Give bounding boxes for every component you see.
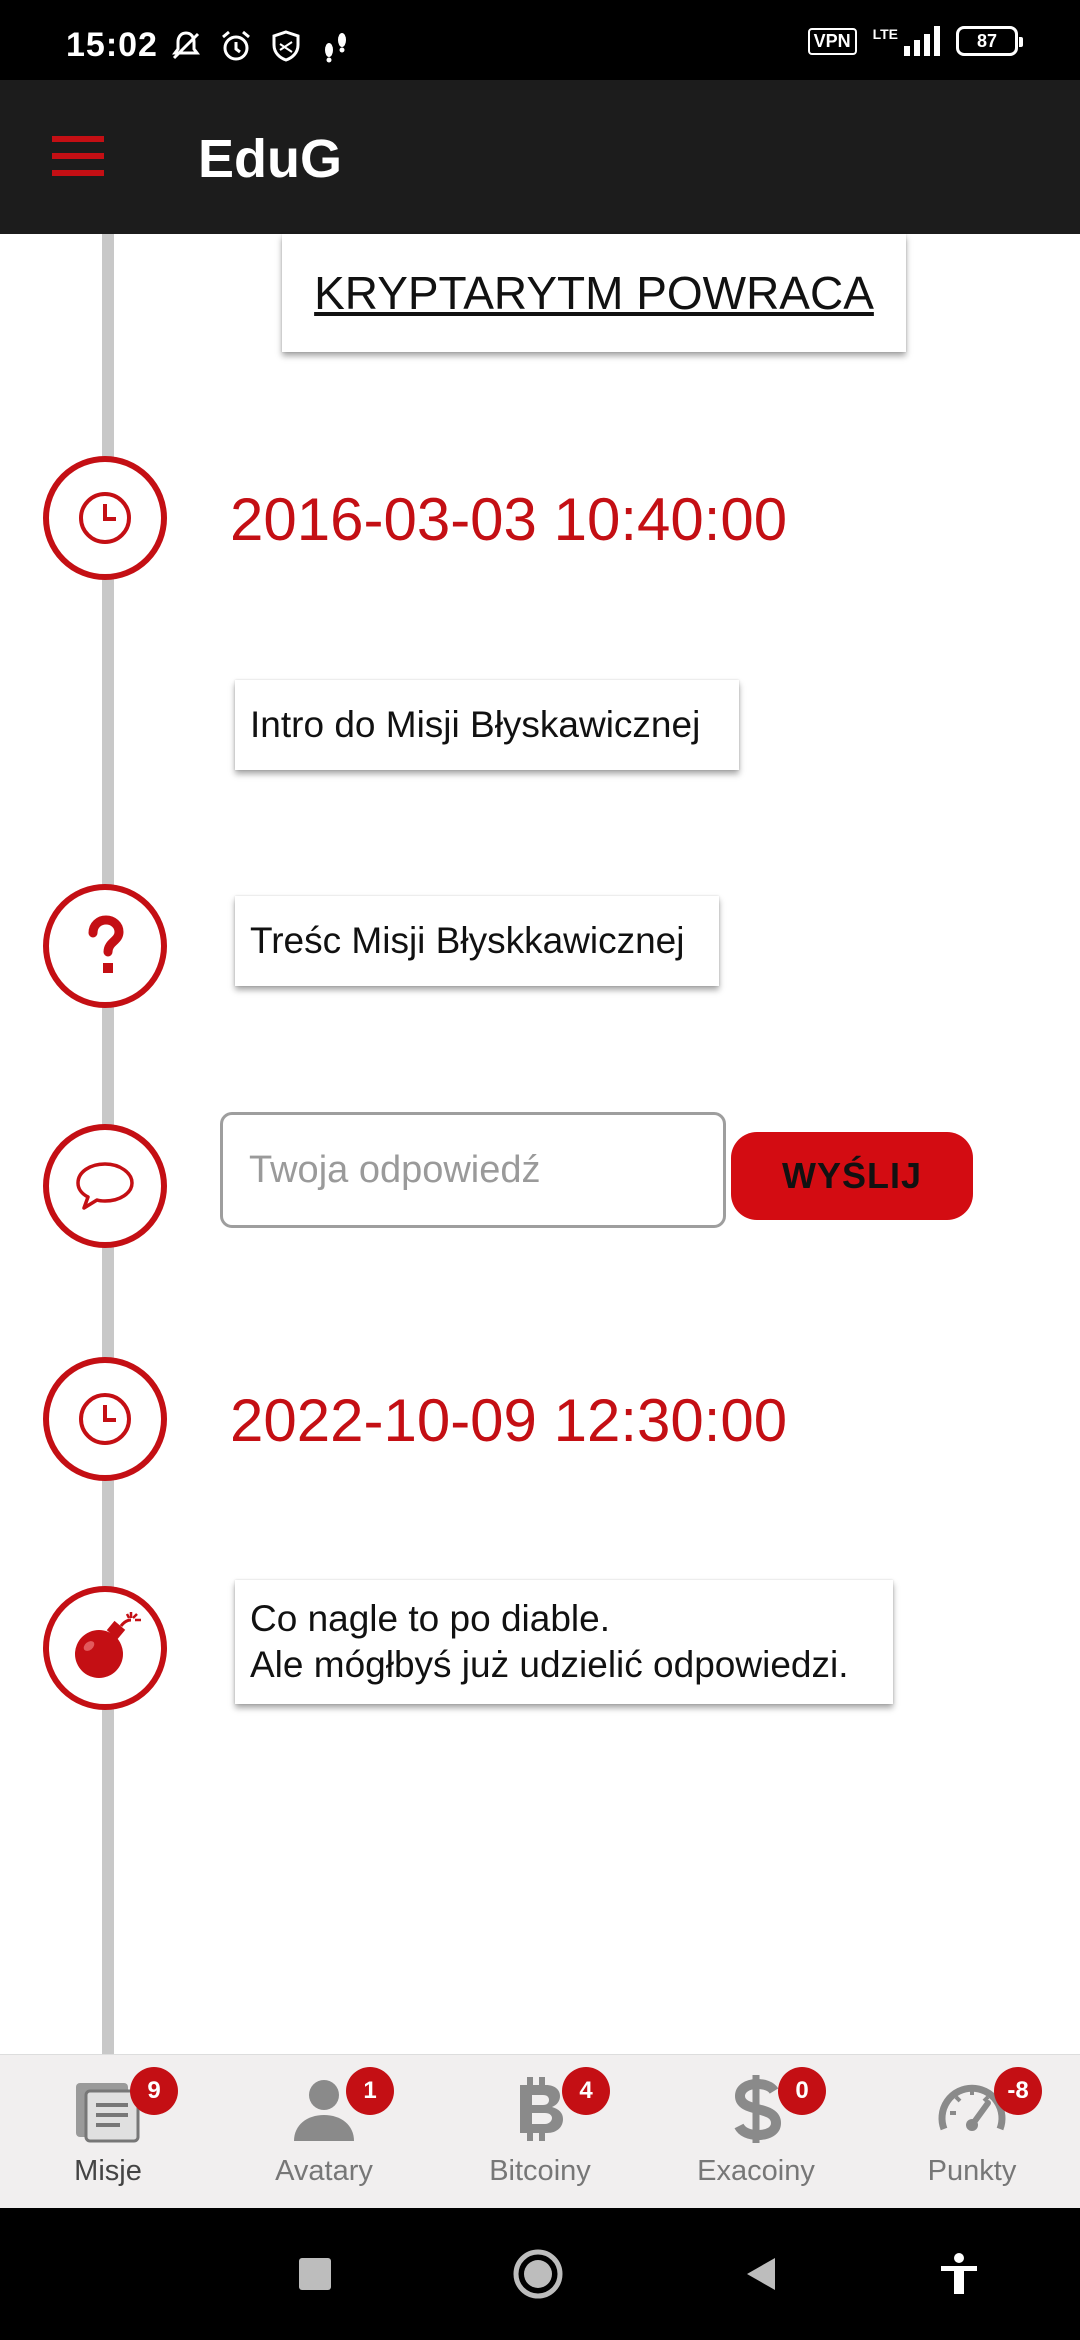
hint-line-2: Ale mógłbyś już udzielić odpowiedzi.	[250, 1644, 849, 1685]
nav-item-exacoiny[interactable]: 0 Exacoiny	[648, 2055, 864, 2209]
status-notification-icons	[168, 28, 354, 64]
question-mark-icon	[88, 915, 124, 973]
accessibility-icon	[941, 2253, 977, 2294]
answer-input[interactable]	[220, 1112, 726, 1228]
mission-intro-text: Intro do Misji Błyskawicznej	[250, 704, 701, 745]
alarm-icon	[218, 28, 254, 64]
hint-line-1: Co nagle to po diable.	[250, 1598, 610, 1639]
clock-icon	[79, 1393, 131, 1445]
shield-icon	[268, 28, 304, 64]
nav-label-exacoiny: Exacoiny	[697, 2155, 815, 2187]
battery-icon: 87	[956, 26, 1023, 56]
nav-label-misje: Misje	[74, 2155, 142, 2187]
recents-button[interactable]	[289, 2248, 341, 2300]
app-bar: EduG	[0, 80, 1080, 234]
mission-content-text: Treśc Misji Błyskkawicznej	[250, 920, 685, 961]
back-triangle-icon	[747, 2258, 775, 2290]
signal-icon	[904, 26, 940, 56]
vpn-indicator: VPN	[807, 27, 857, 55]
network-type: LTE	[872, 26, 898, 42]
mission-content-card[interactable]: Treśc Misji Błyskkawicznej	[235, 896, 719, 986]
clock-node	[43, 456, 167, 580]
deadline-timestamp: 2022-10-09 12:30:00	[230, 1387, 788, 1454]
send-button[interactable]: WYŚLIJ	[731, 1132, 973, 1220]
nav-label-bitcoiny: Bitcoiny	[489, 2155, 591, 2187]
nav-badge-exacoiny: 0	[778, 2067, 826, 2115]
clock-icon	[79, 492, 131, 544]
nav-label-punkty: Punkty	[927, 2155, 1017, 2187]
chat-bubble-icon	[76, 1162, 134, 1210]
square-icon	[299, 2258, 331, 2290]
nav-badge-avatary: 1	[346, 2067, 394, 2115]
nav-item-bitcoiny[interactable]: 4 Bitcoiny	[432, 2055, 648, 2209]
status-bar: 15:02 VPN LTE 87	[0, 0, 1080, 80]
nav-item-avatary[interactable]: 1 Avatary	[216, 2055, 432, 2209]
status-system-indicators: VPN LTE 87	[807, 26, 1023, 56]
back-button[interactable]	[735, 2248, 787, 2300]
app-title: EduG	[198, 129, 342, 189]
steps-icon	[318, 28, 354, 64]
hamburger-menu-icon[interactable]	[52, 136, 104, 176]
nav-badge-bitcoiny: 4	[562, 2067, 610, 2115]
bottom-navigation: 9 Misje 1 Avatary 4 Bitcoiny 0 Exacoiny	[0, 2054, 1080, 2209]
battery-level: 87	[976, 30, 998, 51]
home-circle-icon	[513, 2249, 563, 2299]
start-timestamp: 2016-03-03 10:40:00	[230, 486, 788, 553]
nav-item-punkty[interactable]: -8 Punkty	[864, 2055, 1080, 2209]
status-time: 15:02	[66, 26, 158, 64]
hint-card: Co nagle to po diable. Ale mógłbyś już u…	[235, 1580, 893, 1704]
nav-badge-misje: 9	[130, 2067, 178, 2115]
system-navigation-bar	[0, 2208, 1080, 2340]
mission-title-link[interactable]: KRYPTARYTM POWRACA	[282, 234, 906, 352]
accessibility-button[interactable]	[933, 2248, 985, 2300]
bomb-icon	[75, 1612, 141, 1678]
home-button[interactable]	[512, 2248, 564, 2300]
deadline-clock-node	[43, 1357, 167, 1481]
nav-item-misje[interactable]: 9 Misje	[0, 2055, 216, 2209]
answer-node	[43, 1124, 167, 1248]
mission-intro-card[interactable]: Intro do Misji Błyskawicznej	[235, 680, 739, 770]
nav-badge-punkty: -8	[994, 2067, 1042, 2115]
bomb-node	[43, 1586, 167, 1710]
mute-bell-icon	[168, 28, 204, 64]
nav-label-avatary: Avatary	[275, 2155, 373, 2187]
question-node	[43, 884, 167, 1008]
